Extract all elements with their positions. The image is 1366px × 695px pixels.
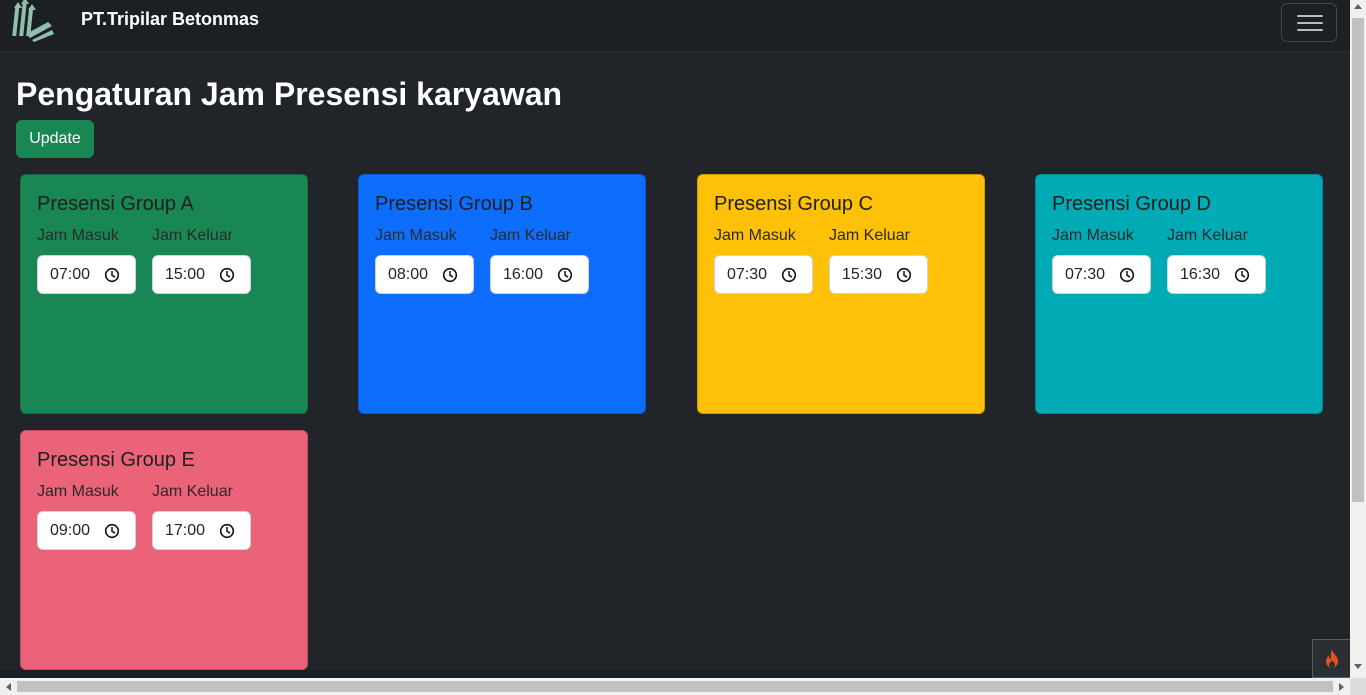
group-card-e: Presensi Group E Jam Masuk Jam Keluar 09:00…	[20, 430, 308, 670]
jam-keluar-input[interactable]: 16:30	[1167, 255, 1266, 294]
jam-masuk-input[interactable]: 08:00	[375, 255, 474, 294]
jam-keluar-value: 16:30	[1180, 266, 1221, 283]
jam-masuk-input[interactable]: 07:30	[1052, 255, 1151, 294]
jam-keluar-input[interactable]: 15:30	[829, 255, 928, 294]
horizontal-scroll-thumb[interactable]	[17, 681, 1333, 692]
jam-keluar-value: 16:00	[503, 266, 544, 283]
jam-keluar-label: Jam Keluar	[829, 227, 910, 244]
flame-icon	[1326, 650, 1338, 668]
clock-icon[interactable]	[104, 523, 120, 539]
brand-name[interactable]: PT.Tripilar Betonmas	[81, 9, 259, 30]
clock-icon[interactable]	[896, 267, 912, 283]
scroll-up-arrow-icon[interactable]	[1354, 4, 1362, 9]
clock-icon[interactable]	[104, 267, 120, 283]
clock-icon[interactable]	[1119, 267, 1135, 283]
scroll-right-arrow-icon[interactable]	[1339, 683, 1344, 691]
jam-keluar-input[interactable]: 17:00	[152, 511, 251, 550]
jam-keluar-label: Jam Keluar	[152, 227, 233, 244]
jam-masuk-label: Jam Masuk	[37, 483, 119, 500]
update-button[interactable]: Update	[16, 120, 94, 158]
scrollbar-corner	[1350, 678, 1366, 695]
group-title: Presensi Group B	[375, 193, 533, 215]
jam-keluar-input[interactable]: 15:00	[152, 255, 251, 294]
clock-icon[interactable]	[557, 267, 573, 283]
jam-masuk-value: 07:30	[1065, 266, 1106, 283]
jam-masuk-input[interactable]: 07:30	[714, 255, 813, 294]
jam-masuk-label: Jam Masuk	[37, 227, 119, 244]
jam-masuk-value: 07:30	[727, 266, 768, 283]
jam-keluar-value: 17:00	[165, 522, 206, 539]
jam-masuk-value: 09:00	[50, 522, 91, 539]
group-card-b: Presensi Group B Jam Masuk Jam Keluar 08:00…	[358, 174, 646, 414]
jam-masuk-value: 08:00	[388, 266, 429, 283]
navbar-menu-toggle[interactable]	[1281, 3, 1337, 42]
group-card-c: Presensi Group C Jam Masuk Jam Keluar 07:30…	[697, 174, 985, 414]
group-title: Presensi Group C	[714, 193, 873, 215]
clock-icon[interactable]	[219, 267, 235, 283]
jam-keluar-value: 15:30	[842, 266, 883, 283]
scroll-left-arrow-icon[interactable]	[6, 683, 11, 691]
hamburger-menu-icon	[1297, 15, 1323, 17]
scroll-down-arrow-icon[interactable]	[1354, 664, 1362, 669]
clock-icon[interactable]	[219, 523, 235, 539]
clock-icon[interactable]	[781, 267, 797, 283]
jam-keluar-input[interactable]: 16:00	[490, 255, 589, 294]
page-bottom-edge	[0, 670, 1350, 678]
debug-toolbar-toggle[interactable]	[1312, 639, 1350, 678]
clock-icon[interactable]	[1234, 267, 1250, 283]
jam-masuk-input[interactable]: 07:00	[37, 255, 136, 294]
group-card-d: Presensi Group D Jam Masuk Jam Keluar 07:30…	[1035, 174, 1323, 414]
group-title: Presensi Group E	[37, 449, 195, 471]
jam-keluar-label: Jam Keluar	[152, 483, 233, 500]
tripilar-logo-icon[interactable]	[12, 0, 56, 44]
horizontal-scrollbar[interactable]	[0, 678, 1350, 695]
top-navbar: PT.Tripilar Betonmas	[0, 0, 1350, 52]
vertical-scroll-thumb[interactable]	[1352, 18, 1364, 502]
page-title: Pengaturan Jam Presensi karyawan	[16, 76, 563, 112]
jam-keluar-label: Jam Keluar	[490, 227, 571, 244]
group-card-a: Presensi Group A Jam Masuk Jam Keluar 07:00…	[20, 174, 308, 414]
jam-masuk-label: Jam Masuk	[375, 227, 457, 244]
vertical-scrollbar[interactable]	[1350, 0, 1366, 678]
jam-masuk-label: Jam Masuk	[714, 227, 796, 244]
jam-keluar-label: Jam Keluar	[1167, 227, 1248, 244]
jam-keluar-value: 15:00	[165, 266, 206, 283]
group-title: Presensi Group D	[1052, 193, 1211, 215]
jam-masuk-label: Jam Masuk	[1052, 227, 1134, 244]
clock-icon[interactable]	[442, 267, 458, 283]
group-title: Presensi Group A	[37, 193, 194, 215]
jam-masuk-value: 07:00	[50, 266, 91, 283]
jam-masuk-input[interactable]: 09:00	[37, 511, 136, 550]
